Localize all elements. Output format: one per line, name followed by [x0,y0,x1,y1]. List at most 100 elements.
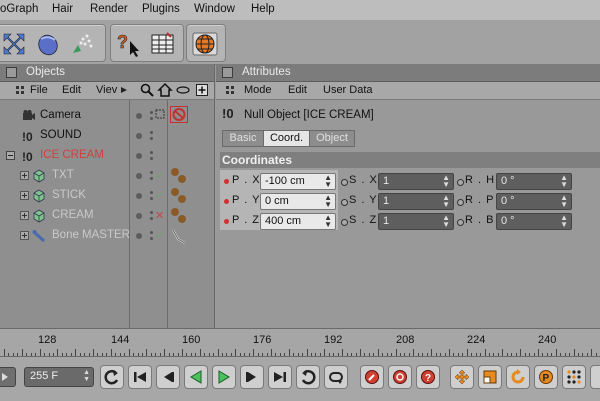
object-name[interactable]: Bone MASTER [52,229,130,241]
go-start-button[interactable] [100,365,124,389]
render-dot[interactable] [150,111,153,114]
visibility-dot[interactable] [136,213,142,219]
object-row-ice-cream[interactable]: !0 ICE CREAM [0,146,214,166]
keyframe-indicator[interactable] [457,199,464,206]
keyframe-indicator[interactable] [224,199,229,204]
first-frame-button[interactable] [128,365,152,389]
render-dot[interactable] [150,237,153,240]
pos-x-field[interactable]: -100 cm ▲ ▼ [260,173,336,190]
object-row-camera[interactable]: Camera [0,106,214,126]
render-dot[interactable] [150,177,153,180]
stepper-icon[interactable]: ▲ ▼ [560,174,568,189]
table-icon[interactable] [149,31,177,57]
scale-y-field[interactable]: 1 ▲ ▼ [378,193,454,210]
stepper-icon[interactable]: ▲ ▼ [324,214,332,229]
enabled-check-icon[interactable]: ✓ [155,229,164,242]
parameter-key-button[interactable]: P [534,365,558,389]
stepper-icon[interactable]: ▲ ▼ [324,194,332,209]
stepper-icon[interactable]: ▲ ▼ [560,214,568,229]
object-name[interactable]: ICE CREAM [40,149,104,161]
expand-plus-icon[interactable] [20,171,29,180]
menu-mograph[interactable]: oGraph [0,3,38,15]
keyframe-indicator[interactable] [457,219,464,226]
expand-plus-icon[interactable] [20,191,29,200]
render-dot[interactable] [150,137,153,140]
more-button[interactable] [590,365,600,389]
render-dot[interactable] [150,151,153,154]
frame-field-left[interactable] [0,367,16,387]
render-dot[interactable] [150,197,153,200]
keyframe-indicator[interactable] [341,179,348,186]
deformer-icon[interactable] [35,31,63,57]
object-row-stick[interactable]: STICK ✓ [0,186,214,206]
render-dot[interactable] [150,217,153,220]
tab-basic[interactable]: Basic [222,130,264,147]
object-name[interactable]: CREAM [52,209,94,221]
visibility-dot[interactable] [136,173,142,179]
rot-p-field[interactable]: 0 ° ▲ ▼ [496,193,572,210]
keyframe-indicator[interactable] [341,199,348,206]
object-row-bone-master[interactable]: Bone MASTER ✓ [0,226,214,246]
end-frame-field[interactable]: 255 F ▲ ▼ [24,367,94,387]
tab-coord[interactable]: Coord. [263,130,310,147]
loop-mode-button[interactable] [324,365,348,389]
menu-window[interactable]: Window [194,3,235,15]
collapse-minus-icon[interactable] [6,151,15,160]
particle-icon[interactable] [69,31,97,57]
stepper-icon[interactable]: ▲ ▼ [442,214,450,229]
next-key-button[interactable] [240,365,264,389]
object-name[interactable]: SOUND [40,129,82,141]
stepper-icon[interactable]: ▲ ▼ [560,194,568,209]
panel-close-icon[interactable] [222,67,233,78]
render-dot[interactable] [150,171,153,174]
keyframe-indicator[interactable] [457,179,464,186]
stepper-icon[interactable]: ▲ ▼ [324,174,332,189]
keyframe-help-button[interactable]: ? [416,365,440,389]
objects-menu-edit[interactable]: Edit [62,84,81,96]
pos-z-field[interactable]: 400 cm ▲ ▼ [260,213,336,230]
target-tag-icon[interactable] [155,109,165,119]
rot-h-field[interactable]: 0 ° ▲ ▼ [496,173,572,190]
render-dot[interactable] [150,117,153,120]
timeline-ruler[interactable]: 128 144 160 176 192 208 224 240 [0,328,600,357]
rot-b-field[interactable]: 0 ° ▲ ▼ [496,213,572,230]
add-icon[interactable] [196,84,208,96]
keyframe-indicator[interactable] [224,219,229,224]
objects-menu-view[interactable]: Viev [96,84,117,96]
last-frame-button[interactable] [268,365,292,389]
object-row-txt[interactable]: TXT ✓ [0,166,214,186]
attributes-menu-mode[interactable]: Mode [244,84,272,96]
ik-tag-icon[interactable] [170,227,188,245]
tab-object[interactable]: Object [309,130,355,147]
search-icon[interactable] [140,83,154,97]
keyframe-indicator[interactable] [224,179,229,184]
arrows-icon[interactable] [1,31,29,57]
disabled-x-icon[interactable]: ✕ [155,209,164,222]
chevron-right-icon[interactable] [121,87,127,93]
autokey-button[interactable] [388,365,412,389]
enabled-check-icon[interactable]: ✓ [155,189,164,202]
object-name[interactable]: STICK [52,189,86,201]
material-tag-icon[interactable] [170,207,188,225]
keyframe-indicator[interactable] [341,219,348,226]
expand-plus-icon[interactable] [20,231,29,240]
help-pointer-icon[interactable]: ? [115,31,143,57]
object-name[interactable]: TXT [52,169,74,181]
visibility-dot[interactable] [136,133,142,139]
object-name[interactable]: Camera [40,109,81,121]
stepper-icon[interactable]: ▲ ▼ [442,194,450,209]
material-tag-icon[interactable] [170,187,188,205]
menu-hair[interactable]: Hair [52,3,73,15]
stepper-icon[interactable]: ▲ ▼ [442,174,450,189]
render-dot[interactable] [150,131,153,134]
menu-help[interactable]: Help [251,3,275,15]
visibility-dot[interactable] [136,113,142,119]
protection-tag-icon[interactable] [170,106,188,123]
scale-x-field[interactable]: 1 ▲ ▼ [378,173,454,190]
play-forward-button[interactable] [212,365,236,389]
objects-menu-file[interactable]: File [30,84,48,96]
menu-render[interactable]: Render [90,3,128,15]
pos-y-field[interactable]: 0 cm ▲ ▼ [260,193,336,210]
view-toggle-icon[interactable] [176,85,190,95]
attributes-menu-edit[interactable]: Edit [288,84,307,96]
